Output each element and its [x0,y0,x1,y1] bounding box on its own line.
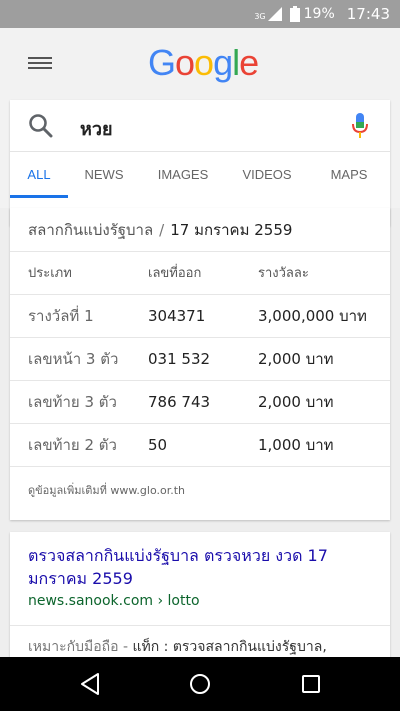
prize-type: เลขหน้า 3 ตัว [10,337,148,381]
column-header: รางวัลละ [258,252,390,295]
column-header: เลขที่ออก [148,252,258,295]
signal-icon [267,7,282,21]
menu-line-icon [28,67,52,69]
clock: 17:43 [346,5,390,23]
navigation-bar [0,657,400,711]
microphone-icon[interactable] [351,112,369,140]
lottery-source: สลากกินแบ่งรัฐบาล [28,221,154,239]
prize-type: เลขท้าย 3 ตัว [10,380,148,424]
snippet-dash: - [118,639,133,655]
table-header-row: ประเภท เลขที่ออก รางวัลละ [10,252,390,295]
tab-videos[interactable]: VIDEOS [226,152,308,198]
menu-line-icon [28,62,52,64]
prize-type: เลขท้าย 2 ตัว [10,423,148,467]
prize-amount: 2,000 บาท [258,380,390,424]
search-row: หวย [10,100,390,152]
battery-icon [289,6,300,22]
winning-number: 50 [148,423,258,467]
winning-number: 786 743 [148,380,258,424]
network-type: 3G [254,12,266,21]
back-icon[interactable] [78,672,104,696]
lottery-results-card: สลากกินแบ่งรัฐบาล / 17 มกราคม 2559 ประเภท … [10,208,390,520]
lottery-separator: / [159,221,165,239]
tab-news[interactable]: NEWS [68,152,140,198]
search-input[interactable]: หวย [80,114,113,143]
menu-line-icon [28,57,52,59]
prize-amount: 2,000 บาท [258,337,390,381]
search-tabs: ALL NEWS IMAGES VIDEOS MAPS [10,152,390,198]
tab-maps[interactable]: MAPS [308,152,390,198]
search-icon[interactable] [28,113,54,139]
snippet-text: แท็ก : ตรวจสลากกินแบ่งรัฐบาล, [132,639,327,655]
battery-percent: 19% [303,6,335,22]
more-info-link[interactable]: ดูข้อมูลเพิ่มเติมที่ www.glo.or.th [10,467,390,499]
prize-amount: 1,000 บาท [258,423,390,467]
menu-button[interactable] [28,54,52,74]
table-row: เลขท้าย 3 ตัว 786 743 2,000 บาท [10,380,390,424]
header: Google หวย ALL NEWS IMAGES VIDEOS MAPS [0,28,400,226]
mobile-friendly-label: เหมาะกับมือถือ [28,639,119,655]
result-snippet: เหมาะกับมือถือ - แท็ก : ตรวจสลากกินแบ่งร… [28,636,327,658]
tab-all[interactable]: ALL [10,152,68,198]
prize-type: รางวัลที่ 1 [10,294,148,338]
result-title-link[interactable]: ตรวจสลากกินแบ่งรัฐบาล ตรวจหวย งวด 17 มกร… [28,544,378,590]
lottery-header: สลากกินแบ่งรัฐบาล / 17 มกราคม 2559 [10,208,390,252]
google-logo[interactable]: Google [148,42,259,84]
lottery-date: 17 มกราคม 2559 [170,221,293,239]
status-bar: 3G 19% 17:43 [0,0,400,28]
result-url[interactable]: news.sanook.com › lotto [28,593,200,609]
winning-number: 304371 [148,294,258,338]
column-header: ประเภท [10,252,148,295]
table-row: เลขท้าย 2 ตัว 50 1,000 บาท [10,423,390,467]
winning-number: 031 532 [148,337,258,381]
home-icon[interactable] [187,672,213,696]
divider [10,625,390,626]
signal-indicator: 3G [254,7,282,21]
tab-images[interactable]: IMAGES [140,152,226,198]
recents-icon[interactable] [298,672,324,696]
lottery-table: ประเภท เลขที่ออก รางวัลละ รางวัลที่ 1 30… [10,252,390,467]
search-result-card: ตรวจสลากกินแบ่งรัฐบาล ตรวจหวย งวด 17 มกร… [10,532,390,672]
prize-amount: 3,000,000 บาท [258,294,390,338]
table-row: รางวัลที่ 1 304371 3,000,000 บาท [10,294,390,338]
table-row: เลขหน้า 3 ตัว 031 532 2,000 บาท [10,337,390,381]
